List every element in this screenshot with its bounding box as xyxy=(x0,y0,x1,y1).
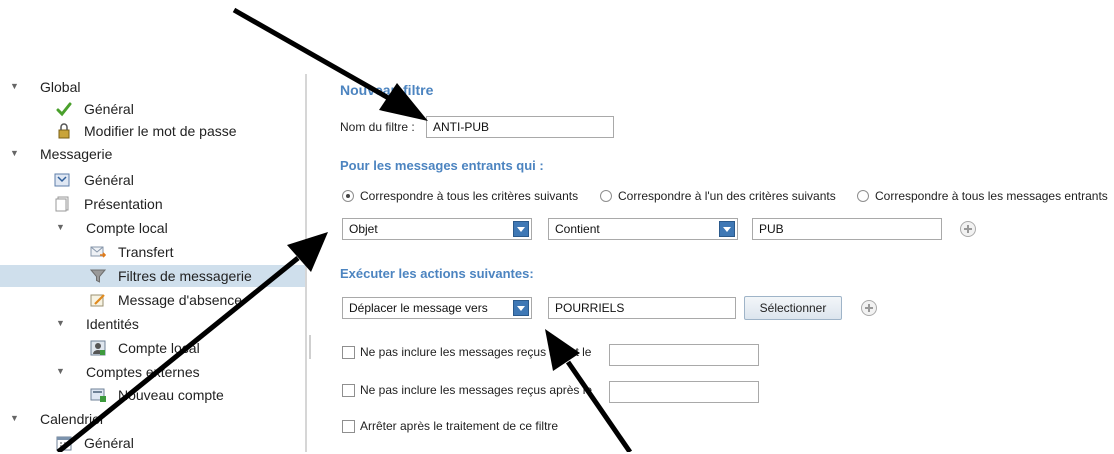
stop-after-filter-label[interactable]: Arrêter après le traitement de ce filtre xyxy=(360,419,558,433)
form-title: Nouveau filtre xyxy=(340,82,434,98)
expand-arrow-icon[interactable]: ▼ xyxy=(56,361,65,381)
actions-heading: Exécuter les actions suivantes: xyxy=(340,266,534,281)
tree-item-absence-message[interactable]: Message d'absence xyxy=(0,289,306,311)
tree-item-mail-filters[interactable]: Filtres de messagerie xyxy=(0,265,306,287)
tree-item-calendar-general[interactable]: Général xyxy=(0,432,306,454)
tree-item-local-account[interactable]: ▼ Compte local xyxy=(0,217,306,239)
tree-item-label: Identités xyxy=(86,316,139,332)
panel-divider[interactable] xyxy=(305,74,307,452)
match-any-criteria-radio[interactable] xyxy=(600,190,612,202)
tree-item-label: Comptes externes xyxy=(86,364,200,380)
criteria-operator-select[interactable]: Contient xyxy=(548,218,738,240)
user-card-icon xyxy=(90,340,106,356)
match-all-messages-label[interactable]: Correspondre à tous les messages entrant… xyxy=(875,189,1108,203)
tree-item-transfer[interactable]: Transfert xyxy=(0,241,306,263)
tree-item-change-password[interactable]: Modifier le mot de passe xyxy=(0,120,306,142)
exclude-before-checkbox[interactable] xyxy=(342,346,355,359)
mail-forward-icon xyxy=(90,244,106,260)
exclude-before-label[interactable]: Ne pas inclure les messages reçus avant … xyxy=(360,345,591,359)
mail-settings-icon xyxy=(54,172,70,188)
target-folder-input[interactable]: POURRIELS xyxy=(548,297,736,319)
tree-item-global-general[interactable]: Général xyxy=(0,98,306,120)
tree-item-label: Compte local xyxy=(118,340,200,356)
tree-item-presentation[interactable]: Présentation xyxy=(0,193,306,215)
splitter-handle[interactable] xyxy=(309,335,311,359)
exclude-after-checkbox[interactable] xyxy=(342,384,355,397)
expand-arrow-icon[interactable]: ▼ xyxy=(10,143,19,163)
settings-tree: ▼ Global Général Modifier le mot de pass… xyxy=(0,74,306,452)
tree-item-label: Nouveau compte xyxy=(118,387,224,403)
tree-item-label: Général xyxy=(84,435,134,451)
filter-name-input[interactable]: ANTI-PUB xyxy=(426,116,614,138)
tree-item-messagerie[interactable]: ▼ Messagerie xyxy=(0,143,306,165)
tree-item-label: Messagerie xyxy=(40,146,113,162)
match-all-criteria-label[interactable]: Correspondre à tous les critères suivant… xyxy=(360,189,578,203)
tree-item-calendar[interactable]: ▼ Calendrier xyxy=(0,408,306,430)
dropdown-arrow-icon[interactable] xyxy=(719,221,735,237)
filter-name-label: Nom du filtre : xyxy=(340,120,415,134)
match-any-criteria-label[interactable]: Correspondre à l'un des critères suivant… xyxy=(618,189,836,203)
tree-item-label: Général xyxy=(84,101,134,117)
criteria-field-value: Objet xyxy=(349,222,378,236)
criteria-value-input[interactable]: PUB xyxy=(752,218,942,240)
pages-icon xyxy=(54,196,70,212)
action-type-select[interactable]: Déplacer le message vers xyxy=(342,297,532,319)
exclude-after-label[interactable]: Ne pas inclure les messages reçus après … xyxy=(360,383,592,397)
action-type-value: Déplacer le message vers xyxy=(349,301,488,315)
tree-item-global[interactable]: ▼ Global xyxy=(0,76,306,98)
funnel-icon xyxy=(90,268,106,284)
calendar-icon xyxy=(56,435,72,451)
add-account-icon xyxy=(90,387,106,403)
tree-item-label: Modifier le mot de passe xyxy=(84,123,237,139)
add-action-icon[interactable] xyxy=(861,300,877,316)
exclude-after-date-input[interactable] xyxy=(609,381,759,403)
exclude-before-date-input[interactable] xyxy=(609,344,759,366)
criteria-field-select[interactable]: Objet xyxy=(342,218,532,240)
tree-item-new-account[interactable]: Nouveau compte xyxy=(0,384,306,406)
tree-item-label: Général xyxy=(84,172,134,188)
tree-item-identity-local-account[interactable]: Compte local xyxy=(0,337,306,359)
expand-arrow-icon[interactable]: ▼ xyxy=(56,217,65,237)
tree-item-label: Présentation xyxy=(84,196,163,212)
tree-item-identities[interactable]: ▼ Identités xyxy=(0,313,306,335)
tree-item-external-accounts[interactable]: ▼ Comptes externes xyxy=(0,361,306,383)
match-all-criteria-radio[interactable] xyxy=(342,190,354,202)
incoming-messages-heading: Pour les messages entrants qui : xyxy=(340,158,544,173)
lock-icon xyxy=(56,123,72,139)
expand-arrow-icon[interactable]: ▼ xyxy=(10,408,19,428)
tree-item-label: Filtres de messagerie xyxy=(118,268,252,284)
add-criteria-icon[interactable] xyxy=(960,221,976,237)
match-all-messages-radio[interactable] xyxy=(857,190,869,202)
expand-arrow-icon[interactable]: ▼ xyxy=(10,76,19,96)
tree-item-label: Transfert xyxy=(118,244,174,260)
tree-item-label: Message d'absence xyxy=(118,292,243,308)
tree-item-mail-general[interactable]: Général xyxy=(0,169,306,191)
criteria-operator-value: Contient xyxy=(555,222,600,236)
select-folder-button[interactable]: Sélectionner xyxy=(744,296,842,320)
tree-item-label: Global xyxy=(40,79,81,95)
dropdown-arrow-icon[interactable] xyxy=(513,221,529,237)
note-pencil-icon xyxy=(90,292,106,308)
tree-item-label: Compte local xyxy=(86,220,168,236)
tree-item-label: Calendrier xyxy=(40,411,105,427)
dropdown-arrow-icon[interactable] xyxy=(513,300,529,316)
stop-after-filter-checkbox[interactable] xyxy=(342,420,355,433)
filter-form: Nouveau filtre Nom du filtre : ANTI-PUB … xyxy=(320,74,1114,452)
expand-arrow-icon[interactable]: ▼ xyxy=(56,313,65,333)
checkmark-icon xyxy=(56,101,72,117)
